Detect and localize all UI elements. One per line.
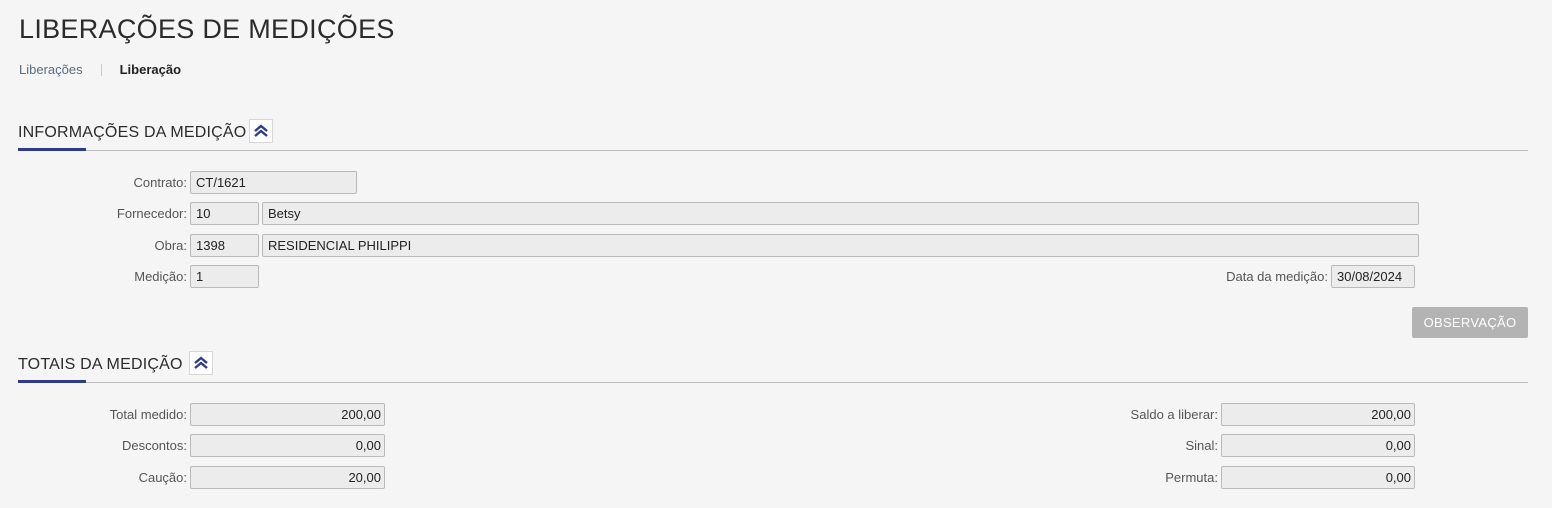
- totals-section-header: TOTAIS DA MEDIÇÃO: [18, 351, 1528, 383]
- totals-section-accent: [18, 380, 86, 383]
- fornecedor-label: Fornecedor:: [116, 206, 187, 221]
- double-chevron-up-icon: [254, 124, 268, 137]
- sinal-label: Sinal:: [1185, 438, 1218, 453]
- saldo-liberar-field[interactable]: 200,00: [1221, 403, 1415, 426]
- sinal-field[interactable]: 0,00: [1221, 434, 1415, 457]
- data-medicao-label: Data da medição:: [1226, 269, 1328, 284]
- info-section-title: INFORMAÇÕES DA MEDIÇÃO: [18, 124, 247, 141]
- contrato-label: Contrato:: [133, 175, 187, 190]
- info-collapse-button[interactable]: [249, 119, 273, 143]
- obra-name-field[interactable]: RESIDENCIAL PHILIPPI: [262, 234, 1419, 257]
- breadcrumb-current: Liberação: [119, 62, 182, 77]
- info-section-accent: [18, 148, 86, 151]
- double-chevron-up-icon: [194, 356, 208, 369]
- breadcrumb-separator: [100, 63, 102, 76]
- observacao-button[interactable]: OBSERVAÇÃO: [1412, 307, 1528, 338]
- info-section-divider: [18, 150, 1528, 151]
- permuta-field[interactable]: 0,00: [1221, 466, 1415, 489]
- medicao-field[interactable]: 1: [190, 265, 259, 288]
- permuta-label: Permuta:: [1165, 470, 1218, 485]
- totals-section-divider: [18, 382, 1528, 383]
- descontos-label: Descontos:: [121, 438, 187, 453]
- total-medido-field[interactable]: 200,00: [190, 403, 385, 426]
- caucao-field[interactable]: 20,00: [190, 466, 385, 489]
- total-medido-label: Total medido:: [109, 407, 187, 422]
- saldo-liberar-label: Saldo a liberar:: [1130, 407, 1218, 422]
- obra-label: Obra:: [154, 238, 187, 253]
- breadcrumb-link-liberacoes[interactable]: Liberações: [19, 62, 83, 77]
- breadcrumb: Liberações Liberação: [19, 62, 181, 77]
- contrato-field[interactable]: CT/1621: [190, 171, 357, 194]
- obra-code-field[interactable]: 1398: [190, 234, 259, 257]
- fornecedor-code-field[interactable]: 10: [190, 202, 259, 225]
- fornecedor-name-field[interactable]: Betsy: [262, 202, 1419, 225]
- page-title: LIBERAÇÕES DE MEDIÇÕES: [19, 14, 395, 44]
- caucao-label: Caução:: [138, 470, 187, 485]
- descontos-field[interactable]: 0,00: [190, 434, 385, 457]
- medicao-label: Medição:: [134, 269, 187, 284]
- data-medicao-field[interactable]: 30/08/2024: [1331, 265, 1415, 288]
- totals-collapse-button[interactable]: [189, 351, 213, 375]
- totals-section-title: TOTAIS DA MEDIÇÃO: [18, 356, 183, 373]
- info-section-header: INFORMAÇÕES DA MEDIÇÃO: [18, 119, 1528, 151]
